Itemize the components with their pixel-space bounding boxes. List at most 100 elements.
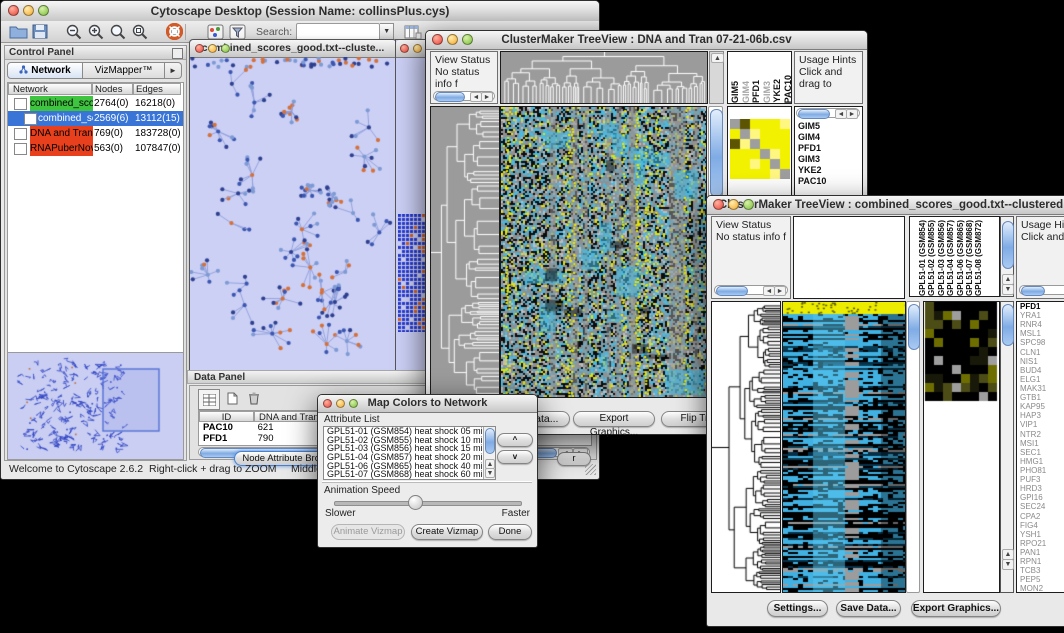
tv2-column-dendrogram[interactable] — [793, 216, 905, 299]
tv2-column-label[interactable]: GPL51-06 (GSM865) — [956, 220, 965, 296]
tv2-column-label[interactable]: GPL51-07 (GSM868) — [965, 220, 974, 296]
search-dropdown-arrow-icon[interactable]: ▼ — [380, 23, 394, 41]
scroll-right-icon[interactable]: ► — [846, 109, 858, 119]
zoom-window-icon[interactable] — [743, 199, 754, 210]
dialog-title-bar[interactable]: Map Colors to Network — [318, 395, 537, 413]
open-file-icon[interactable] — [7, 22, 29, 42]
tv1-gene-item[interactable]: PAC10 — [795, 176, 862, 187]
tv2-status-hscrollbar[interactable]: ◄ ► — [714, 285, 788, 295]
tv2-gene-item[interactable]: NTR2 — [1017, 430, 1064, 439]
attribute-select-icon[interactable] — [198, 389, 220, 410]
close-icon[interactable] — [432, 34, 443, 45]
network-list-row[interactable]: DNA and Tran 07 769(0) 183728(0) — [8, 126, 183, 141]
tv1-column-label[interactable]: PFD1 — [751, 80, 762, 103]
tv2-gene-item[interactable]: FIG4 — [1017, 521, 1064, 530]
help-lifering-icon[interactable] — [163, 22, 185, 42]
tv2-heatmap-canvas[interactable] — [783, 302, 905, 592]
tv2-gene-item[interactable]: PHO81 — [1017, 466, 1064, 475]
zoom-window-icon[interactable] — [221, 44, 230, 53]
tv2-zoom-heatmap-canvas[interactable] — [924, 302, 999, 592]
tab-network[interactable]: Network — [7, 62, 83, 79]
tv1-column-label[interactable]: GIM5 — [730, 81, 741, 103]
zoom-window-icon[interactable] — [349, 399, 358, 408]
tv2-settings-button[interactable]: Settings... — [767, 600, 828, 617]
tv1-gene-item[interactable]: YKE2 — [795, 165, 862, 176]
col-nodes[interactable]: Nodes — [92, 83, 133, 95]
attribute-list-vscrollbar[interactable]: ▲ ▼ — [483, 427, 495, 479]
animate-vizmap-button[interactable]: Animate Vizmap — [331, 524, 405, 540]
minimize-icon[interactable] — [23, 5, 34, 16]
tv2-gene-item[interactable]: MSI1 — [1017, 439, 1064, 448]
tv1-row-dendrogram-canvas[interactable] — [431, 107, 499, 397]
tv2-column-label[interactable]: GPL51-08 (GSM872) — [974, 220, 983, 296]
tv2-column-label[interactable]: GPL51-03 (GSM856) — [937, 220, 946, 296]
tv2-collabel-vscrollbar[interactable]: ▲ ▼ — [1000, 216, 1014, 297]
tv1-gene-hscrollbar[interactable]: ◄ ► — [796, 108, 860, 118]
network-overview-panel[interactable] — [7, 352, 184, 460]
minimize-icon[interactable] — [728, 199, 739, 210]
tv2-export-graphics-button[interactable]: Export Graphics... — [911, 600, 1001, 617]
tv1-heatmap[interactable] — [500, 106, 707, 398]
tv1-col-scroll-strip[interactable]: ▲ — [709, 51, 724, 104]
delete-attribute-trash-icon[interactable] — [244, 389, 264, 408]
tv2-gene-item[interactable]: RNR4 — [1017, 320, 1064, 329]
tv2-heatmap-vscrollbar[interactable] — [906, 301, 920, 593]
tv1-row-dendrogram[interactable] — [430, 106, 500, 398]
tv2-gene-item[interactable]: SPC98 — [1017, 338, 1064, 347]
minimize-icon[interactable] — [413, 44, 422, 53]
tv2-gene-item[interactable]: PEP5 — [1017, 575, 1064, 584]
tv1-column-label[interactable]: PAC10 — [783, 75, 793, 103]
scroll-right-icon[interactable]: ► — [774, 286, 786, 296]
tv1-gene-item[interactable]: GIM4 — [795, 132, 862, 143]
zoom-fit-icon[interactable] — [129, 22, 151, 42]
treeview2-title-bar[interactable]: ClusterMaker TreeView : combined_scores_… — [707, 196, 1064, 215]
col-edges[interactable]: Edges — [133, 83, 181, 95]
close-icon[interactable] — [8, 5, 19, 16]
treeview1-title-bar[interactable]: ClusterMaker TreeView : DNA and Tran 07-… — [426, 31, 867, 50]
tv1-column-label[interactable]: GIM4 — [741, 81, 752, 103]
tv2-heatmap[interactable] — [782, 301, 906, 593]
move-attribute-down-button[interactable]: v — [497, 450, 533, 464]
tv2-gene-item[interactable]: GPI16 — [1017, 493, 1064, 502]
zoom-in-icon[interactable] — [85, 22, 107, 42]
tv1-heatmap-vscroll-thumb[interactable] — [710, 109, 723, 197]
minimize-icon[interactable] — [208, 44, 217, 53]
tv2-gene-item[interactable]: GTB1 — [1017, 393, 1064, 402]
tv2-gene-item[interactable]: CLN1 — [1017, 348, 1064, 357]
scroll-up-icon[interactable]: ▲ — [711, 53, 724, 63]
tv2-column-label[interactable]: GPL51-02 (GSM855) — [927, 220, 936, 296]
tv1-zoom-matrix-canvas[interactable] — [730, 119, 790, 179]
network-list-row[interactable]: RNAPuberNov2+ 563(0) 107847(0) — [8, 141, 183, 156]
minimize-icon[interactable] — [447, 34, 458, 45]
tv2-gene-item[interactable]: MON2 — [1017, 584, 1064, 593]
tv2-status-hscroll-thumb[interactable] — [716, 286, 748, 296]
attr-col-id[interactable]: ID — [199, 411, 254, 422]
tv2-column-label[interactable]: GPL51-04 (GSM857) — [946, 220, 955, 296]
tv2-row-dendrogram-canvas[interactable] — [712, 302, 780, 592]
tv2-gene-item[interactable]: PAN1 — [1017, 548, 1064, 557]
scroll-down-icon[interactable]: ▼ — [1002, 559, 1014, 570]
animation-speed-slider-thumb[interactable] — [408, 495, 423, 510]
minimize-icon[interactable] — [336, 399, 345, 408]
tv1-heatmap-canvas[interactable] — [501, 107, 706, 397]
attribute-list-vscroll-thumb[interactable] — [485, 428, 495, 454]
tv2-gene-item[interactable]: KAP95 — [1017, 402, 1064, 411]
tv1-column-label[interactable]: GIM3 — [762, 81, 773, 103]
zoom-selected-icon[interactable] — [107, 22, 129, 42]
close-icon[interactable] — [323, 399, 332, 408]
tv2-gene-item[interactable]: PFD1 — [1017, 302, 1064, 311]
tv1-gene-item[interactable]: GIM5 — [795, 121, 862, 132]
tv2-gene-item[interactable]: VIP1 — [1017, 420, 1064, 429]
scroll-down-icon[interactable]: ▼ — [485, 468, 495, 478]
tv2-gene-item[interactable]: MAK31 — [1017, 384, 1064, 393]
network-list-row[interactable]: combined_sco 2569(6) 13112(15) — [8, 111, 183, 126]
tv1-column-label[interactable]: YKE2 — [772, 79, 783, 103]
scroll-right-icon[interactable]: ► — [481, 92, 493, 102]
tv2-hints-hscroll-thumb[interactable] — [1021, 286, 1045, 296]
tv2-gene-vscroll-thumb[interactable] — [1002, 304, 1014, 346]
tv2-gene-item[interactable]: RPO21 — [1017, 539, 1064, 548]
tv1-gene-hscroll-thumb[interactable] — [798, 109, 830, 119]
close-icon[interactable] — [400, 44, 409, 53]
tv2-gene-item[interactable]: HAP3 — [1017, 411, 1064, 420]
tv2-hints-hscrollbar[interactable] — [1019, 285, 1064, 295]
